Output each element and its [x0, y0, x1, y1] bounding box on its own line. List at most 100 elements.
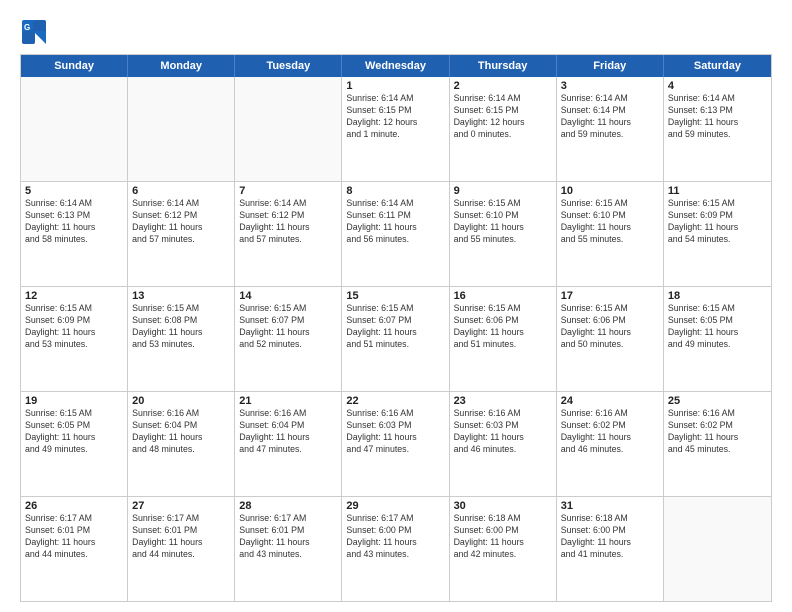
cell-info: Sunrise: 6:14 AM Sunset: 6:15 PM Dayligh…: [346, 93, 444, 141]
day-number: 2: [454, 80, 552, 92]
day-number: 4: [668, 80, 767, 92]
day-number: 7: [239, 185, 337, 197]
cell-info: Sunrise: 6:17 AM Sunset: 6:00 PM Dayligh…: [346, 513, 444, 561]
day-number: 31: [561, 500, 659, 512]
day-number: 16: [454, 290, 552, 302]
calendar-cell-day-31: 31Sunrise: 6:18 AM Sunset: 6:00 PM Dayli…: [557, 497, 664, 601]
day-number: 6: [132, 185, 230, 197]
calendar-row-3: 12Sunrise: 6:15 AM Sunset: 6:09 PM Dayli…: [21, 286, 771, 391]
cell-info: Sunrise: 6:18 AM Sunset: 6:00 PM Dayligh…: [454, 513, 552, 561]
cell-info: Sunrise: 6:14 AM Sunset: 6:13 PM Dayligh…: [25, 198, 123, 246]
cell-info: Sunrise: 6:15 AM Sunset: 6:10 PM Dayligh…: [561, 198, 659, 246]
day-number: 17: [561, 290, 659, 302]
header-day-thursday: Thursday: [450, 55, 557, 77]
calendar-cell-day-6: 6Sunrise: 6:14 AM Sunset: 6:12 PM Daylig…: [128, 182, 235, 286]
calendar-cell-day-15: 15Sunrise: 6:15 AM Sunset: 6:07 PM Dayli…: [342, 287, 449, 391]
day-number: 5: [25, 185, 123, 197]
calendar-cell-empty: [128, 77, 235, 181]
calendar-cell-day-19: 19Sunrise: 6:15 AM Sunset: 6:05 PM Dayli…: [21, 392, 128, 496]
cell-info: Sunrise: 6:15 AM Sunset: 6:07 PM Dayligh…: [239, 303, 337, 351]
calendar-cell-day-11: 11Sunrise: 6:15 AM Sunset: 6:09 PM Dayli…: [664, 182, 771, 286]
day-number: 28: [239, 500, 337, 512]
calendar-cell-day-9: 9Sunrise: 6:15 AM Sunset: 6:10 PM Daylig…: [450, 182, 557, 286]
cell-info: Sunrise: 6:18 AM Sunset: 6:00 PM Dayligh…: [561, 513, 659, 561]
cell-info: Sunrise: 6:16 AM Sunset: 6:02 PM Dayligh…: [561, 408, 659, 456]
header-day-wednesday: Wednesday: [342, 55, 449, 77]
cell-info: Sunrise: 6:14 AM Sunset: 6:11 PM Dayligh…: [346, 198, 444, 246]
day-number: 11: [668, 185, 767, 197]
header-day-saturday: Saturday: [664, 55, 771, 77]
calendar-cell-empty: [664, 497, 771, 601]
calendar-cell-day-4: 4Sunrise: 6:14 AM Sunset: 6:13 PM Daylig…: [664, 77, 771, 181]
calendar-cell-day-17: 17Sunrise: 6:15 AM Sunset: 6:06 PM Dayli…: [557, 287, 664, 391]
day-number: 30: [454, 500, 552, 512]
cell-info: Sunrise: 6:14 AM Sunset: 6:15 PM Dayligh…: [454, 93, 552, 141]
calendar-cell-day-28: 28Sunrise: 6:17 AM Sunset: 6:01 PM Dayli…: [235, 497, 342, 601]
day-number: 22: [346, 395, 444, 407]
day-number: 1: [346, 80, 444, 92]
calendar-cell-day-8: 8Sunrise: 6:14 AM Sunset: 6:11 PM Daylig…: [342, 182, 449, 286]
cell-info: Sunrise: 6:16 AM Sunset: 6:04 PM Dayligh…: [239, 408, 337, 456]
cell-info: Sunrise: 6:15 AM Sunset: 6:09 PM Dayligh…: [25, 303, 123, 351]
header-day-friday: Friday: [557, 55, 664, 77]
calendar-cell-day-27: 27Sunrise: 6:17 AM Sunset: 6:01 PM Dayli…: [128, 497, 235, 601]
calendar-cell-day-20: 20Sunrise: 6:16 AM Sunset: 6:04 PM Dayli…: [128, 392, 235, 496]
calendar-row-1: 1Sunrise: 6:14 AM Sunset: 6:15 PM Daylig…: [21, 77, 771, 181]
day-number: 13: [132, 290, 230, 302]
day-number: 29: [346, 500, 444, 512]
calendar-cell-day-1: 1Sunrise: 6:14 AM Sunset: 6:15 PM Daylig…: [342, 77, 449, 181]
calendar-cell-empty: [21, 77, 128, 181]
calendar-cell-day-7: 7Sunrise: 6:14 AM Sunset: 6:12 PM Daylig…: [235, 182, 342, 286]
cell-info: Sunrise: 6:15 AM Sunset: 6:06 PM Dayligh…: [561, 303, 659, 351]
svg-text:G: G: [24, 23, 30, 32]
cell-info: Sunrise: 6:17 AM Sunset: 6:01 PM Dayligh…: [132, 513, 230, 561]
page-header: G: [20, 18, 772, 46]
day-number: 20: [132, 395, 230, 407]
cell-info: Sunrise: 6:17 AM Sunset: 6:01 PM Dayligh…: [239, 513, 337, 561]
cell-info: Sunrise: 6:14 AM Sunset: 6:14 PM Dayligh…: [561, 93, 659, 141]
cell-info: Sunrise: 6:16 AM Sunset: 6:03 PM Dayligh…: [454, 408, 552, 456]
calendar-cell-day-18: 18Sunrise: 6:15 AM Sunset: 6:05 PM Dayli…: [664, 287, 771, 391]
day-number: 15: [346, 290, 444, 302]
cell-info: Sunrise: 6:15 AM Sunset: 6:07 PM Dayligh…: [346, 303, 444, 351]
header-day-tuesday: Tuesday: [235, 55, 342, 77]
day-number: 14: [239, 290, 337, 302]
day-number: 23: [454, 395, 552, 407]
calendar-cell-day-22: 22Sunrise: 6:16 AM Sunset: 6:03 PM Dayli…: [342, 392, 449, 496]
calendar-cell-day-2: 2Sunrise: 6:14 AM Sunset: 6:15 PM Daylig…: [450, 77, 557, 181]
day-number: 25: [668, 395, 767, 407]
day-number: 27: [132, 500, 230, 512]
cell-info: Sunrise: 6:14 AM Sunset: 6:13 PM Dayligh…: [668, 93, 767, 141]
day-number: 8: [346, 185, 444, 197]
cell-info: Sunrise: 6:15 AM Sunset: 6:08 PM Dayligh…: [132, 303, 230, 351]
calendar-cell-day-29: 29Sunrise: 6:17 AM Sunset: 6:00 PM Dayli…: [342, 497, 449, 601]
logo-icon: G: [20, 18, 48, 46]
calendar-body: 1Sunrise: 6:14 AM Sunset: 6:15 PM Daylig…: [21, 77, 771, 601]
cell-info: Sunrise: 6:14 AM Sunset: 6:12 PM Dayligh…: [132, 198, 230, 246]
header-day-sunday: Sunday: [21, 55, 128, 77]
calendar-cell-day-23: 23Sunrise: 6:16 AM Sunset: 6:03 PM Dayli…: [450, 392, 557, 496]
day-number: 10: [561, 185, 659, 197]
day-number: 26: [25, 500, 123, 512]
cell-info: Sunrise: 6:16 AM Sunset: 6:03 PM Dayligh…: [346, 408, 444, 456]
calendar-cell-day-5: 5Sunrise: 6:14 AM Sunset: 6:13 PM Daylig…: [21, 182, 128, 286]
calendar-row-5: 26 Sunrise: 6:17 AM Sunset: 6:01 PM Dayli…: [21, 496, 771, 601]
calendar-cell-day-16: 16Sunrise: 6:15 AM Sunset: 6:06 PM Dayli…: [450, 287, 557, 391]
calendar-cell-day-25: 25Sunrise: 6:16 AM Sunset: 6:02 PM Dayli…: [664, 392, 771, 496]
calendar-header: SundayMondayTuesdayWednesdayThursdayFrid…: [21, 55, 771, 77]
calendar-cell-day-21: 21Sunrise: 6:16 AM Sunset: 6:04 PM Dayli…: [235, 392, 342, 496]
calendar: SundayMondayTuesdayWednesdayThursdayFrid…: [20, 54, 772, 602]
day-number: 12: [25, 290, 123, 302]
calendar-cell-day-30: 30Sunrise: 6:18 AM Sunset: 6:00 PM Dayli…: [450, 497, 557, 601]
cell-info: Sunrise: 6:16 AM Sunset: 6:04 PM Dayligh…: [132, 408, 230, 456]
day-number: 21: [239, 395, 337, 407]
calendar-row-4: 19Sunrise: 6:15 AM Sunset: 6:05 PM Dayli…: [21, 391, 771, 496]
calendar-cell-day-26: 26Sunrise: 6:17 AM Sunset: 6:01 PM Dayli…: [21, 497, 128, 601]
cell-info: Sunrise: 6:15 AM Sunset: 6:05 PM Dayligh…: [25, 408, 123, 456]
cell-info: Sunrise: 6:15 AM Sunset: 6:10 PM Dayligh…: [454, 198, 552, 246]
calendar-cell-day-14: 14Sunrise: 6:15 AM Sunset: 6:07 PM Dayli…: [235, 287, 342, 391]
cell-info: Sunrise: 6:15 AM Sunset: 6:09 PM Dayligh…: [668, 198, 767, 246]
logo: G: [20, 18, 50, 46]
day-number: 9: [454, 185, 552, 197]
calendar-cell-empty: [235, 77, 342, 181]
